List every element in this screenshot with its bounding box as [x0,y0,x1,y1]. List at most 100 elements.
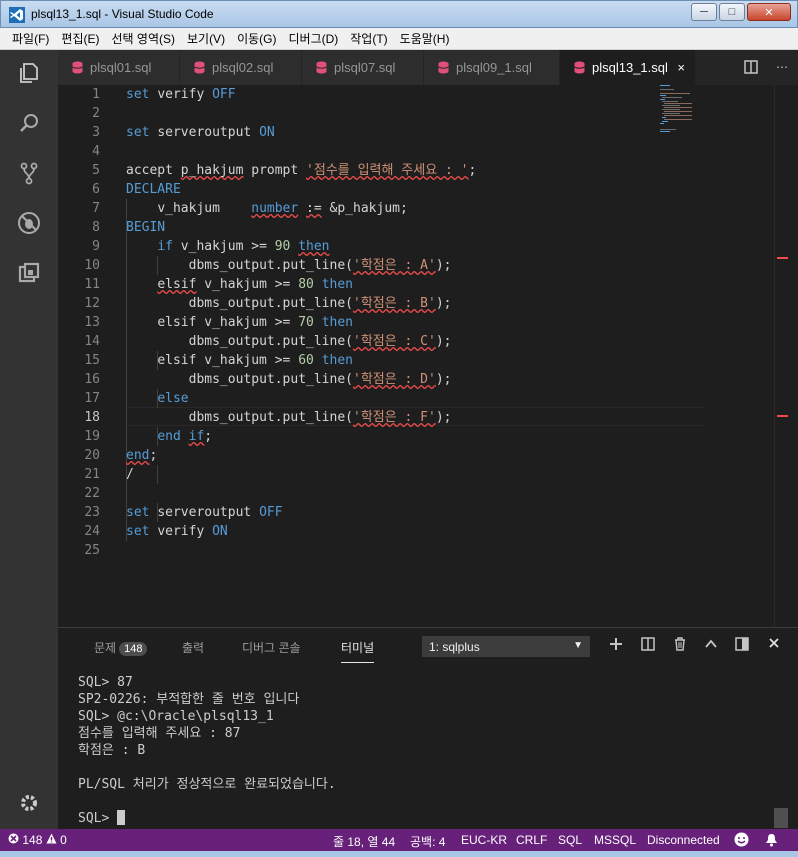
tab-plsql01[interactable]: plsql01.sql [58,50,180,85]
editor-actions: ⋯ [744,60,788,74]
menu-selection[interactable]: 선택 영역(S) [105,30,181,47]
editor-scrollbar[interactable] [774,85,788,627]
chevron-up-icon[interactable] [704,637,718,651]
tab-label: plsql13_1.sql [592,60,668,75]
tab-terminal[interactable]: 터미널 [341,639,375,663]
explorer-icon[interactable] [14,58,44,88]
language-mode[interactable]: SQL [558,833,582,847]
code-line: 1 set verify OFF [58,85,703,104]
panel-tabs: 문제 148 출력 디버그 콘솔 터미널 1: sqlplus ▼ [58,628,798,666]
extensions-icon[interactable] [14,258,44,288]
eol-status[interactable]: CRLF [516,833,547,847]
menu-help[interactable]: 도움말(H) [394,30,456,47]
database-icon [574,61,585,74]
code-text: / [126,467,134,482]
terminal-scrollbar[interactable] [774,808,788,828]
window-controls: ─ □ ✕ [691,3,791,21]
line-number: 12 [84,296,100,311]
database-icon [316,61,327,74]
activity-bar [0,50,58,829]
code-text: end; [126,448,158,463]
window-title: plsql13_1.sql - Visual Studio Code [31,7,214,21]
code-editor[interactable]: 1 set verify OFF 2 3 set serveroutput ON 4… [58,85,798,627]
tab-plsql13-1[interactable]: plsql13_1.sql × [560,50,696,85]
line-number: 24 [84,524,100,539]
database-icon [438,61,449,74]
code-line: 2 [58,104,703,123]
problems-count-badge: 148 [119,642,148,656]
code-line: 23 set serveroutput OFF [58,503,703,522]
error-marker [777,415,788,417]
split-editor-icon[interactable] [744,60,758,74]
more-actions-icon[interactable]: ⋯ [776,60,788,74]
code-text: set serveroutput OFF [126,505,283,520]
code-line: 19 end if; [58,427,703,446]
trash-icon[interactable] [673,637,687,651]
maximize-button[interactable]: □ [719,3,745,21]
tab-label: plsql09_1.sql [456,60,532,75]
code-line: 15 elsif v_hakjum >= 60 then [58,351,703,370]
encoding-status[interactable]: EUC-KR [461,833,507,847]
sql-dialect[interactable]: MSSQL [594,833,636,847]
settings-gear-icon[interactable] [14,788,44,818]
tab-plsql02[interactable]: plsql02.sql [180,50,302,85]
connection-status[interactable]: Disconnected [647,833,720,847]
database-icon [72,61,83,74]
minimap[interactable] [660,85,710,135]
tab-plsql09-1[interactable]: plsql09_1.sql [424,50,560,85]
terminal-line: 점수를 입력해 주세요 : 87 [78,726,241,741]
menu-view[interactable]: 보기(V) [181,30,231,47]
menu-file[interactable]: 파일(F) [6,30,55,47]
line-number: 19 [84,429,100,444]
code-text: dbms_output.put_line('학점은 : F'); [188,410,452,425]
tab-plsql07[interactable]: plsql07.sql [302,50,424,85]
line-number: 17 [84,391,100,406]
tab-output[interactable]: 출력 [182,639,204,656]
problems-status[interactable]: 148 0 [8,833,67,847]
menu-debug[interactable]: 디버그(D) [282,30,344,47]
line-number: 18 [84,410,100,425]
menu-edit[interactable]: 편집(E) [55,30,105,47]
new-terminal-plus-icon[interactable] [609,637,623,651]
terminal-line: SQL> @c:\Oracle\plsql13_1 [78,709,274,724]
source-control-icon[interactable] [14,158,44,188]
code-line: 12 dbms_output.put_line('학점은 : B'); [58,294,703,313]
line-number: 20 [84,448,100,463]
toggle-panel-icon[interactable] [735,637,749,651]
code-line: 20 end; [58,446,703,465]
menu-go[interactable]: 이동(G) [231,30,282,47]
code-line: 18 dbms_output.put_line('학점은 : F'); [58,408,703,427]
code-line: 3 set serveroutput ON [58,123,703,142]
menu-tasks[interactable]: 작업(T) [344,30,393,47]
search-icon[interactable] [14,108,44,138]
debug-icon[interactable] [14,208,44,238]
code-line: 14 dbms_output.put_line('학점은 : C'); [58,332,703,351]
code-text: end if; [157,429,213,444]
tab-problems[interactable]: 문제 148 [94,639,148,656]
terminal-line: SP2-0226: 부적합한 줄 번호 입니다 [78,692,300,707]
line-number: 7 [92,201,100,216]
close-window-button[interactable]: ✕ [747,3,791,21]
notifications-bell-icon[interactable] [765,833,778,847]
feedback-smiley-icon[interactable] [734,832,749,847]
warning-count: 0 [60,833,67,847]
code-line: 21 / [58,465,703,484]
split-terminal-icon[interactable] [641,637,655,651]
terminal-prompt: SQL> [78,811,118,826]
tab-debug-console[interactable]: 디버그 콘솔 [242,639,301,656]
indentation-status[interactable]: 공백: 4 [410,833,445,850]
cursor-position[interactable]: 줄 18, 열 44 [333,833,395,850]
code-line: 8 BEGIN [58,218,703,237]
line-number: 23 [84,505,100,520]
terminal-select-value: 1: sqlplus [429,640,480,654]
line-number: 13 [84,315,100,330]
terminal-output[interactable]: SQL> 87 SP2-0226: 부적합한 줄 번호 입니다 SQL> @c:… [78,674,336,827]
terminal-select[interactable]: 1: sqlplus ▼ [422,636,590,657]
code-line: 17 else [58,389,703,408]
window-titlebar: plsql13_1.sql - Visual Studio Code ─ □ ✕ [0,0,798,28]
error-icon [8,833,19,844]
close-tab-icon[interactable]: × [677,60,685,75]
close-panel-icon[interactable] [768,637,780,649]
minimize-button[interactable]: ─ [691,3,717,21]
